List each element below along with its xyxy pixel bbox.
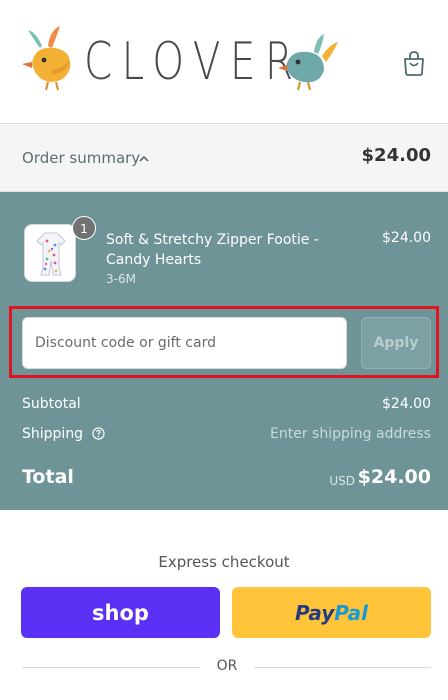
yellow-bird-icon (22, 26, 71, 91)
help-circle-icon[interactable] (91, 427, 105, 440)
teal-bird-icon (278, 34, 338, 91)
shipping-row: Shipping Enter shipping address (22, 426, 431, 442)
order-summary-label: Order summary (22, 149, 141, 167)
brand-wordmark: CLOVER (84, 32, 303, 92)
quantity-badge: 1 (72, 216, 96, 240)
total-currency: USD (329, 474, 355, 488)
order-summary-total: $24.00 (361, 145, 431, 166)
subtotal-row: Subtotal $24.00 (22, 396, 431, 412)
product-price: $24.00 (382, 230, 431, 246)
product-name: Soft & Stretchy Zipper Footie - Candy He… (106, 232, 319, 268)
express-checkout-title: Express checkout (158, 553, 290, 571)
subtotal-value: $24.00 (382, 396, 431, 412)
paypal-button[interactable]: PayPal (232, 587, 431, 638)
subtotal-label: Subtotal (22, 396, 81, 412)
order-summary-panel: Soft & Stretchy Zipper Footie - Candy He… (0, 192, 448, 510)
chevron-up-icon (139, 155, 149, 162)
paypal-label-pal: Pal (334, 600, 369, 625)
shop-pay-button[interactable]: shop (21, 587, 220, 638)
total-row: Total USD $24.00 (22, 466, 431, 496)
total-value: $24.00 (357, 466, 431, 488)
total-label: Total (22, 466, 74, 488)
product-variant: 3-6M (106, 272, 136, 286)
order-summary-toggle[interactable]: Order summary $24.00 (0, 125, 448, 192)
store-header: CLOVER (0, 0, 448, 124)
store-logo[interactable]: CLOVER (22, 22, 342, 102)
divider-left (22, 667, 200, 668)
footie-pajama-icon (36, 232, 66, 276)
shipping-label: Shipping (22, 426, 84, 442)
or-separator-label: OR (216, 658, 238, 674)
shopping-bag-icon[interactable] (402, 50, 426, 76)
discount-code-input[interactable] (22, 317, 347, 369)
shipping-value: Enter shipping address (270, 426, 431, 442)
product-thumbnail (24, 224, 76, 282)
apply-discount-button[interactable]: Apply (361, 317, 431, 369)
divider-right (254, 667, 431, 668)
paypal-label-pay: Pay (294, 600, 335, 625)
